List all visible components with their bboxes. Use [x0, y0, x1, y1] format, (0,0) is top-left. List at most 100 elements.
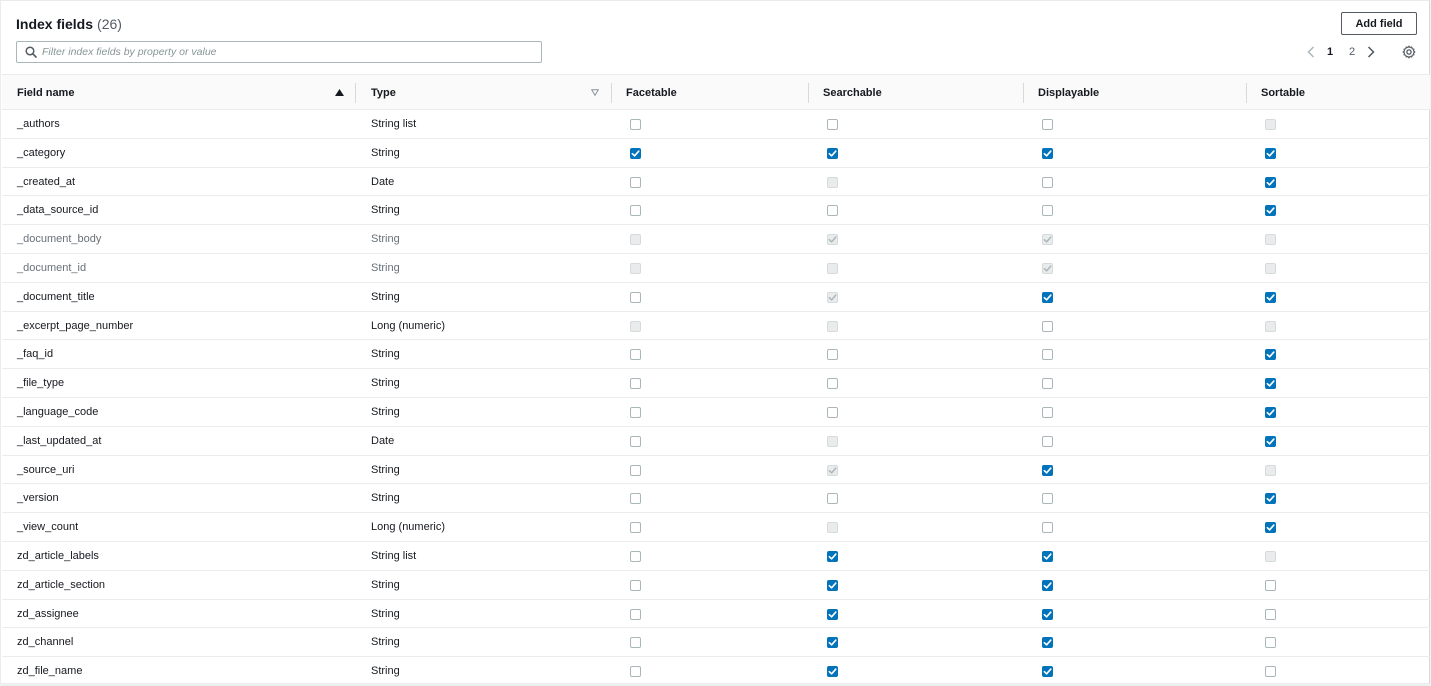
facetable-checkbox — [630, 320, 641, 332]
sortable-checkbox[interactable] — [1265, 666, 1276, 678]
field-type-cell: String list — [371, 118, 417, 130]
facetable-checkbox[interactable] — [630, 147, 641, 159]
filter-box[interactable] — [16, 41, 542, 63]
field-name-cell: _document_body — [17, 233, 102, 246]
table-row: _category String — [2, 139, 1430, 168]
field-name-cell: zd_file_name — [17, 665, 83, 678]
searchable-checkbox[interactable] — [827, 493, 838, 505]
searchable-checkbox[interactable] — [827, 119, 838, 130]
sortable-checkbox[interactable] — [1265, 378, 1276, 390]
facetable-checkbox[interactable] — [630, 550, 641, 562]
displayable-checkbox[interactable] — [1042, 147, 1053, 159]
sortable-checkbox[interactable] — [1265, 205, 1276, 217]
field-name-cell: _excerpt_page_number — [17, 319, 134, 332]
displayable-checkbox[interactable] — [1042, 119, 1053, 130]
field-type-cell: String list — [371, 549, 417, 562]
field-count: (26) — [97, 16, 122, 32]
table-row: _document_id String — [2, 254, 1430, 283]
sortable-checkbox[interactable] — [1265, 176, 1276, 188]
add-field-button[interactable]: Add field — [1341, 12, 1417, 35]
facetable-checkbox[interactable] — [630, 119, 641, 130]
chevron-left-icon[interactable] — [1303, 43, 1319, 61]
sortable-checkbox[interactable] — [1265, 493, 1276, 505]
facetable-checkbox[interactable] — [630, 435, 641, 447]
field-name-cell: _data_source_id — [17, 204, 99, 217]
facetable-checkbox[interactable] — [630, 464, 641, 476]
gear-icon[interactable] — [1401, 44, 1417, 60]
table-row: zd_assignee String — [2, 600, 1430, 629]
table-row: _language_code String — [2, 398, 1430, 427]
column-divider — [355, 83, 356, 103]
displayable-checkbox[interactable] — [1042, 406, 1053, 418]
displayable-checkbox[interactable] — [1042, 579, 1053, 591]
searchable-checkbox — [827, 176, 838, 188]
field-name-cell: _created_at — [17, 175, 76, 188]
searchable-checkbox[interactable] — [827, 550, 838, 562]
field-type-cell: String — [371, 492, 400, 505]
displayable-checkbox[interactable] — [1042, 176, 1053, 188]
searchable-checkbox[interactable] — [827, 608, 838, 620]
table-row: _authors String list — [2, 110, 1430, 139]
page-1-link[interactable]: 1 — [1319, 46, 1341, 58]
facetable-checkbox[interactable] — [630, 291, 641, 303]
displayable-checkbox[interactable] — [1042, 435, 1053, 447]
displayable-checkbox[interactable] — [1042, 493, 1053, 505]
sortable-checkbox[interactable] — [1265, 522, 1276, 534]
sortable-checkbox — [1265, 119, 1276, 130]
table-row: _document_title String — [2, 283, 1430, 312]
sortable-checkbox[interactable] — [1265, 349, 1276, 361]
searchable-checkbox[interactable] — [827, 406, 838, 418]
displayable-checkbox[interactable] — [1042, 291, 1053, 303]
facetable-checkbox[interactable] — [630, 349, 641, 361]
filter-input[interactable] — [42, 42, 541, 62]
field-type-cell: String — [371, 233, 400, 246]
searchable-checkbox — [827, 320, 838, 332]
field-type-cell: String — [371, 290, 400, 303]
column-header-field-name[interactable]: Field name — [17, 75, 74, 110]
displayable-checkbox[interactable] — [1042, 378, 1053, 390]
facetable-checkbox[interactable] — [630, 666, 641, 678]
searchable-checkbox[interactable] — [827, 579, 838, 591]
field-type-cell: String — [371, 405, 400, 418]
field-type-cell: String — [371, 607, 400, 620]
facetable-checkbox[interactable] — [630, 637, 641, 649]
table-header: Field name Type Facetable Searchable Dis… — [2, 74, 1430, 110]
chevron-right-icon[interactable] — [1363, 43, 1379, 61]
sortable-checkbox[interactable] — [1265, 291, 1276, 303]
searchable-checkbox[interactable] — [827, 637, 838, 649]
field-type-cell: String — [371, 636, 400, 649]
searchable-checkbox[interactable] — [827, 147, 838, 159]
displayable-checkbox[interactable] — [1042, 522, 1053, 534]
sortable-checkbox[interactable] — [1265, 435, 1276, 447]
facetable-checkbox[interactable] — [630, 205, 641, 217]
sort-icon[interactable] — [591, 75, 599, 110]
displayable-checkbox[interactable] — [1042, 550, 1053, 562]
facetable-checkbox[interactable] — [630, 378, 641, 390]
searchable-checkbox[interactable] — [827, 378, 838, 390]
sort-ascending-icon[interactable] — [335, 75, 344, 110]
searchable-checkbox[interactable] — [827, 205, 838, 217]
facetable-checkbox[interactable] — [630, 522, 641, 534]
sortable-checkbox[interactable] — [1265, 406, 1276, 418]
sortable-checkbox[interactable] — [1265, 147, 1276, 159]
displayable-checkbox[interactable] — [1042, 320, 1053, 332]
column-header-type[interactable]: Type — [371, 75, 396, 110]
facetable-checkbox[interactable] — [630, 493, 641, 505]
searchable-checkbox[interactable] — [827, 666, 838, 678]
sortable-checkbox — [1265, 320, 1276, 332]
facetable-checkbox[interactable] — [630, 406, 641, 418]
sortable-checkbox[interactable] — [1265, 608, 1276, 620]
searchable-checkbox[interactable] — [827, 349, 838, 361]
page-2-link[interactable]: 2 — [1341, 46, 1363, 58]
sortable-checkbox[interactable] — [1265, 637, 1276, 649]
displayable-checkbox[interactable] — [1042, 205, 1053, 217]
facetable-checkbox[interactable] — [630, 176, 641, 188]
displayable-checkbox[interactable] — [1042, 637, 1053, 649]
facetable-checkbox[interactable] — [630, 608, 641, 620]
facetable-checkbox[interactable] — [630, 579, 641, 591]
sortable-checkbox[interactable] — [1265, 579, 1276, 591]
displayable-checkbox[interactable] — [1042, 464, 1053, 476]
displayable-checkbox[interactable] — [1042, 666, 1053, 678]
displayable-checkbox[interactable] — [1042, 608, 1053, 620]
displayable-checkbox[interactable] — [1042, 349, 1053, 361]
